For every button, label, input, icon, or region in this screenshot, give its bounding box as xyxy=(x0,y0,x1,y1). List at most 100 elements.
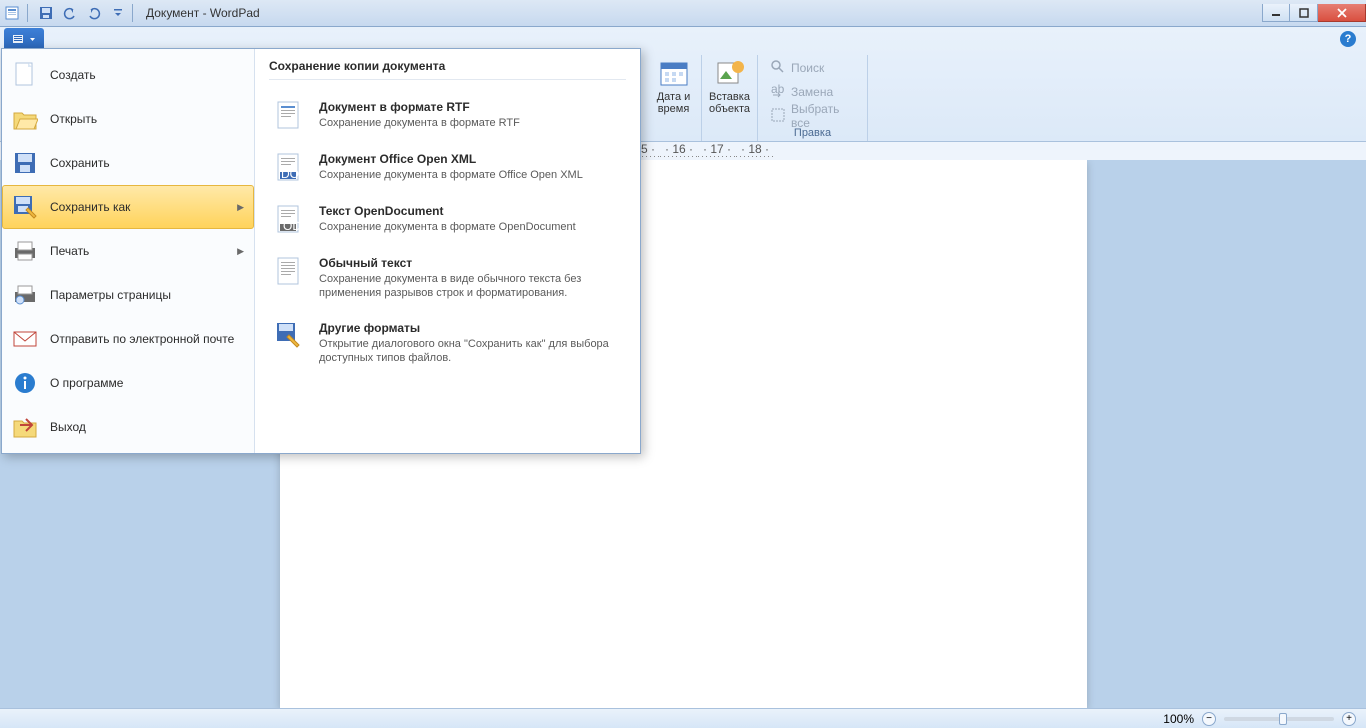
docx-icon: DOCX xyxy=(273,152,305,184)
menu-item-about[interactable]: О программе xyxy=(2,361,254,405)
window-controls xyxy=(1262,4,1366,22)
help-button[interactable]: ? xyxy=(1340,31,1356,47)
object-icon xyxy=(714,57,746,89)
desc: Сохранение документа в формате Office Op… xyxy=(319,168,583,182)
search-icon xyxy=(770,59,786,78)
save-as-heading: Сохранение копии документа xyxy=(269,59,626,80)
replace-button[interactable]: ab Замена xyxy=(766,81,859,103)
save-as-rtf[interactable]: Документ в формате RTF Сохранение докумен… xyxy=(269,90,626,142)
zoom-out-button[interactable]: − xyxy=(1202,712,1216,726)
save-as-other[interactable]: Другие форматы Открытие диалогового окна … xyxy=(269,311,626,376)
label: Отправить по электронной почте xyxy=(50,332,234,346)
minimize-button[interactable] xyxy=(1262,4,1290,22)
save-as-plain-text[interactable]: Обычный текст Сохранение документа в виде… xyxy=(269,246,626,311)
file-tab[interactable] xyxy=(4,28,44,50)
close-button[interactable] xyxy=(1318,4,1366,22)
other-formats-icon xyxy=(273,321,305,353)
ruler-tick: · 16 · xyxy=(660,142,698,156)
menu-item-print[interactable]: Печать ▶ xyxy=(2,229,254,273)
label: Создать xyxy=(50,68,96,82)
desc: Сохранение документа в формате OpenDocum… xyxy=(319,220,576,234)
menu-item-save-as[interactable]: Сохранить как ▶ xyxy=(2,185,254,229)
label: Вставка объекта xyxy=(707,91,753,115)
zoom-slider[interactable] xyxy=(1224,717,1334,721)
zoom-thumb[interactable] xyxy=(1279,713,1287,725)
txt-icon xyxy=(273,256,305,288)
exit-icon xyxy=(12,414,38,440)
title: Документ Office Open XML xyxy=(319,152,583,166)
menu-item-new[interactable]: Создать xyxy=(2,53,254,97)
menu-item-send-email[interactable]: Отправить по электронной почте xyxy=(2,317,254,361)
label: Дата и время xyxy=(651,91,697,115)
group-datetime: Дата и время xyxy=(646,55,702,141)
file-menu-left: Создать Открыть Сохранить Сохранить как … xyxy=(2,49,255,453)
ruler-tick: · 17 · xyxy=(698,142,736,156)
qat-customize-button[interactable] xyxy=(107,2,129,24)
group-label: Правка xyxy=(758,127,867,139)
open-icon xyxy=(12,106,38,132)
save-button[interactable] xyxy=(35,2,57,24)
label: Поиск xyxy=(791,61,824,75)
window-title: Документ - WordPad xyxy=(146,6,260,20)
label: Открыть xyxy=(50,112,97,126)
select-all-icon xyxy=(770,107,786,126)
statusbar: 100% − + xyxy=(0,708,1366,728)
info-icon xyxy=(12,370,38,396)
title: Документ в формате RTF xyxy=(319,100,520,114)
desc: Открытие диалогового окна "Сохранить как… xyxy=(319,337,622,366)
replace-icon: ab xyxy=(770,83,786,102)
separator xyxy=(132,4,133,22)
redo-button[interactable] xyxy=(83,2,105,24)
label: Печать xyxy=(50,244,89,258)
calendar-icon xyxy=(658,57,690,89)
zoom-in-button[interactable]: + xyxy=(1342,712,1356,726)
separator xyxy=(27,4,28,22)
group-editing: Поиск ab Замена Выбрать все Правка xyxy=(758,55,868,141)
label: Выбрать все xyxy=(791,102,855,130)
rtf-icon xyxy=(273,100,305,132)
maximize-button[interactable] xyxy=(1290,4,1318,22)
svg-text:ODT: ODT xyxy=(283,219,303,233)
find-button[interactable]: Поиск xyxy=(766,57,859,79)
titlebar: Документ - WordPad xyxy=(0,0,1366,27)
page-setup-icon xyxy=(12,282,38,308)
undo-button[interactable] xyxy=(59,2,81,24)
svg-text:DOCX: DOCX xyxy=(281,167,303,181)
chevron-right-icon: ▶ xyxy=(237,246,244,257)
save-icon xyxy=(12,150,38,176)
save-as-ooxml[interactable]: DOCX Документ Office Open XML Сохранение … xyxy=(269,142,626,194)
file-menu: Создать Открыть Сохранить Сохранить как … xyxy=(1,48,641,454)
save-as-odt[interactable]: ODT Текст OpenDocument Сохранение докумен… xyxy=(269,194,626,246)
title: Обычный текст xyxy=(319,256,622,270)
menu-item-save[interactable]: Сохранить xyxy=(2,141,254,185)
menu-item-page-setup[interactable]: Параметры страницы xyxy=(2,273,254,317)
quick-access-toolbar xyxy=(35,2,129,24)
label: Сохранить xyxy=(50,156,110,170)
save-as-icon xyxy=(12,194,38,220)
odt-icon: ODT xyxy=(273,204,305,236)
menu-item-exit[interactable]: Выход xyxy=(2,405,254,449)
label: Выход xyxy=(50,420,86,434)
group-object: Вставка объекта xyxy=(702,55,758,141)
menu-item-open[interactable]: Открыть xyxy=(2,97,254,141)
print-icon xyxy=(12,238,38,264)
label: О программе xyxy=(50,376,123,390)
email-icon xyxy=(12,326,38,352)
chevron-right-icon: ▶ xyxy=(237,202,244,213)
label: Параметры страницы xyxy=(50,288,171,302)
ruler-tick: · 18 · xyxy=(736,142,774,156)
file-menu-right: Сохранение копии документа Документ в фо… xyxy=(255,49,640,453)
desc: Сохранение документа в виде обычного тек… xyxy=(319,272,622,301)
title: Текст OpenDocument xyxy=(319,204,576,218)
title: Другие форматы xyxy=(319,321,622,335)
label: Сохранить как xyxy=(50,200,130,214)
zoom-label: 100% xyxy=(1163,712,1194,726)
insert-object-button[interactable]: Вставка объекта xyxy=(707,55,753,115)
label: Замена xyxy=(791,85,833,99)
new-icon xyxy=(12,62,38,88)
select-all-button[interactable]: Выбрать все xyxy=(766,105,859,127)
desc: Сохранение документа в формате RTF xyxy=(319,116,520,130)
datetime-button[interactable]: Дата и время xyxy=(651,55,697,115)
app-icon xyxy=(4,5,20,21)
svg-text:ab: ab xyxy=(771,83,785,96)
